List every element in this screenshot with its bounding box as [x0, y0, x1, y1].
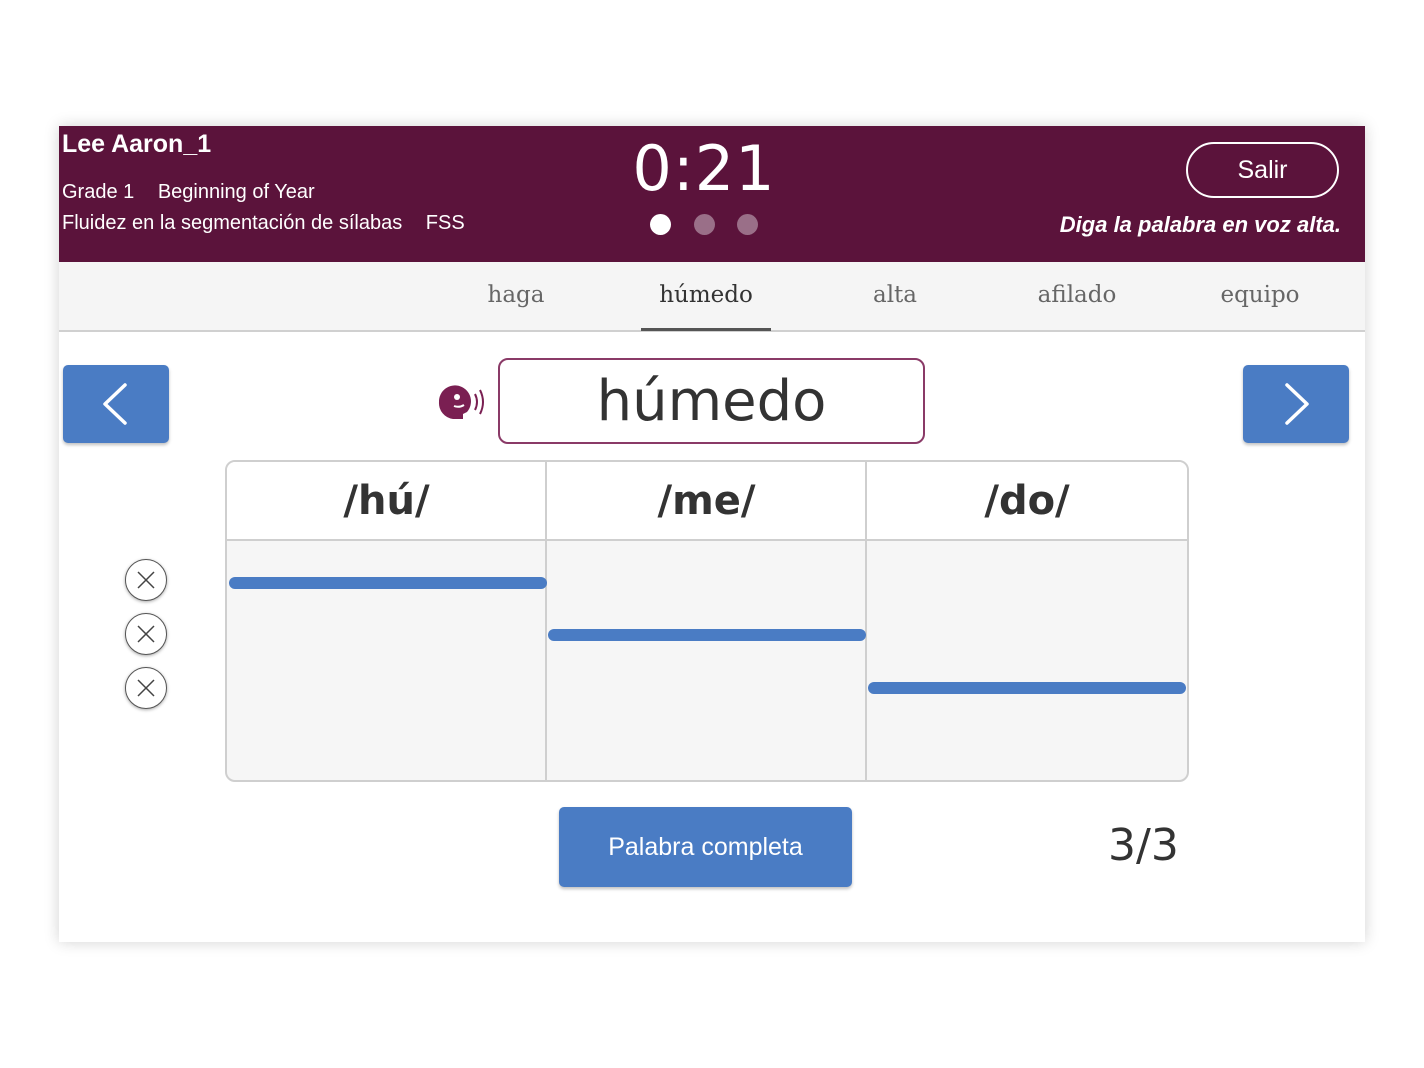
progress-dot-1 — [650, 214, 671, 235]
chevron-left-icon — [103, 383, 127, 425]
assessment-window: Lee Aaron_1 Grade 1 Beginning of Year Fl… — [59, 126, 1365, 942]
next-word-button[interactable] — [1243, 365, 1349, 443]
grade-label: Grade 1 — [62, 181, 135, 203]
syllable-bar-3[interactable] — [868, 682, 1186, 694]
progress-dots — [650, 214, 770, 236]
assessment-name: Fluidez en la segmentación de sílabas — [62, 212, 403, 234]
timer: 0:21 — [632, 132, 776, 205]
instruction-text: Diga la palabra en voz alta. — [1059, 212, 1341, 237]
close-circle-icon — [137, 571, 155, 589]
progress-dot-3 — [737, 214, 758, 235]
assessment-line: Fluidez en la segmentación de sílabas FS… — [62, 212, 483, 235]
tab-humedo[interactable]: húmedo — [641, 282, 771, 308]
tab-afilado[interactable]: afilado — [1012, 282, 1142, 308]
close-circle-icon — [137, 625, 155, 643]
previous-word-button[interactable] — [63, 365, 169, 443]
mark-incorrect-button-2[interactable] — [125, 613, 167, 655]
target-word: húmedo — [498, 358, 925, 444]
syllable-header-3: /do/ — [867, 462, 1187, 541]
column-divider — [865, 462, 867, 780]
syllable-grid: /hú/ /me/ /do/ — [225, 460, 1189, 782]
exit-button[interactable]: Salir — [1186, 142, 1339, 198]
mark-incorrect-button-3[interactable] — [125, 667, 167, 709]
syllable-bar-2[interactable] — [548, 629, 866, 641]
chevron-right-icon — [1285, 383, 1309, 425]
active-tab-indicator — [641, 328, 771, 331]
tab-alta[interactable]: alta — [830, 282, 960, 308]
student-name: Lee Aaron_1 — [62, 130, 212, 158]
progress-dot-2 — [694, 214, 715, 235]
tab-haga[interactable]: haga — [451, 282, 581, 308]
tab-equipo[interactable]: equipo — [1195, 282, 1325, 308]
header-bar: Lee Aaron_1 Grade 1 Beginning of Year Fl… — [59, 126, 1365, 262]
close-circle-icon — [137, 679, 155, 697]
syllable-header-2: /me/ — [547, 462, 866, 541]
item-counter: 3/3 — [1108, 820, 1179, 871]
period-label: Beginning of Year — [157, 181, 315, 203]
syllable-header-1: /hú/ — [227, 462, 546, 541]
mark-incorrect-button-1[interactable] — [125, 559, 167, 601]
complete-word-button[interactable]: Palabra completa — [559, 807, 852, 887]
column-divider — [545, 462, 547, 780]
word-tabs: haga húmedo alta afilado equipo — [59, 262, 1365, 332]
speaking-head-icon[interactable] — [435, 382, 495, 422]
assessment-code: FSS — [425, 212, 465, 234]
grade-period-line: Grade 1 Beginning of Year — [62, 181, 333, 204]
syllable-bar-1[interactable] — [229, 577, 547, 589]
